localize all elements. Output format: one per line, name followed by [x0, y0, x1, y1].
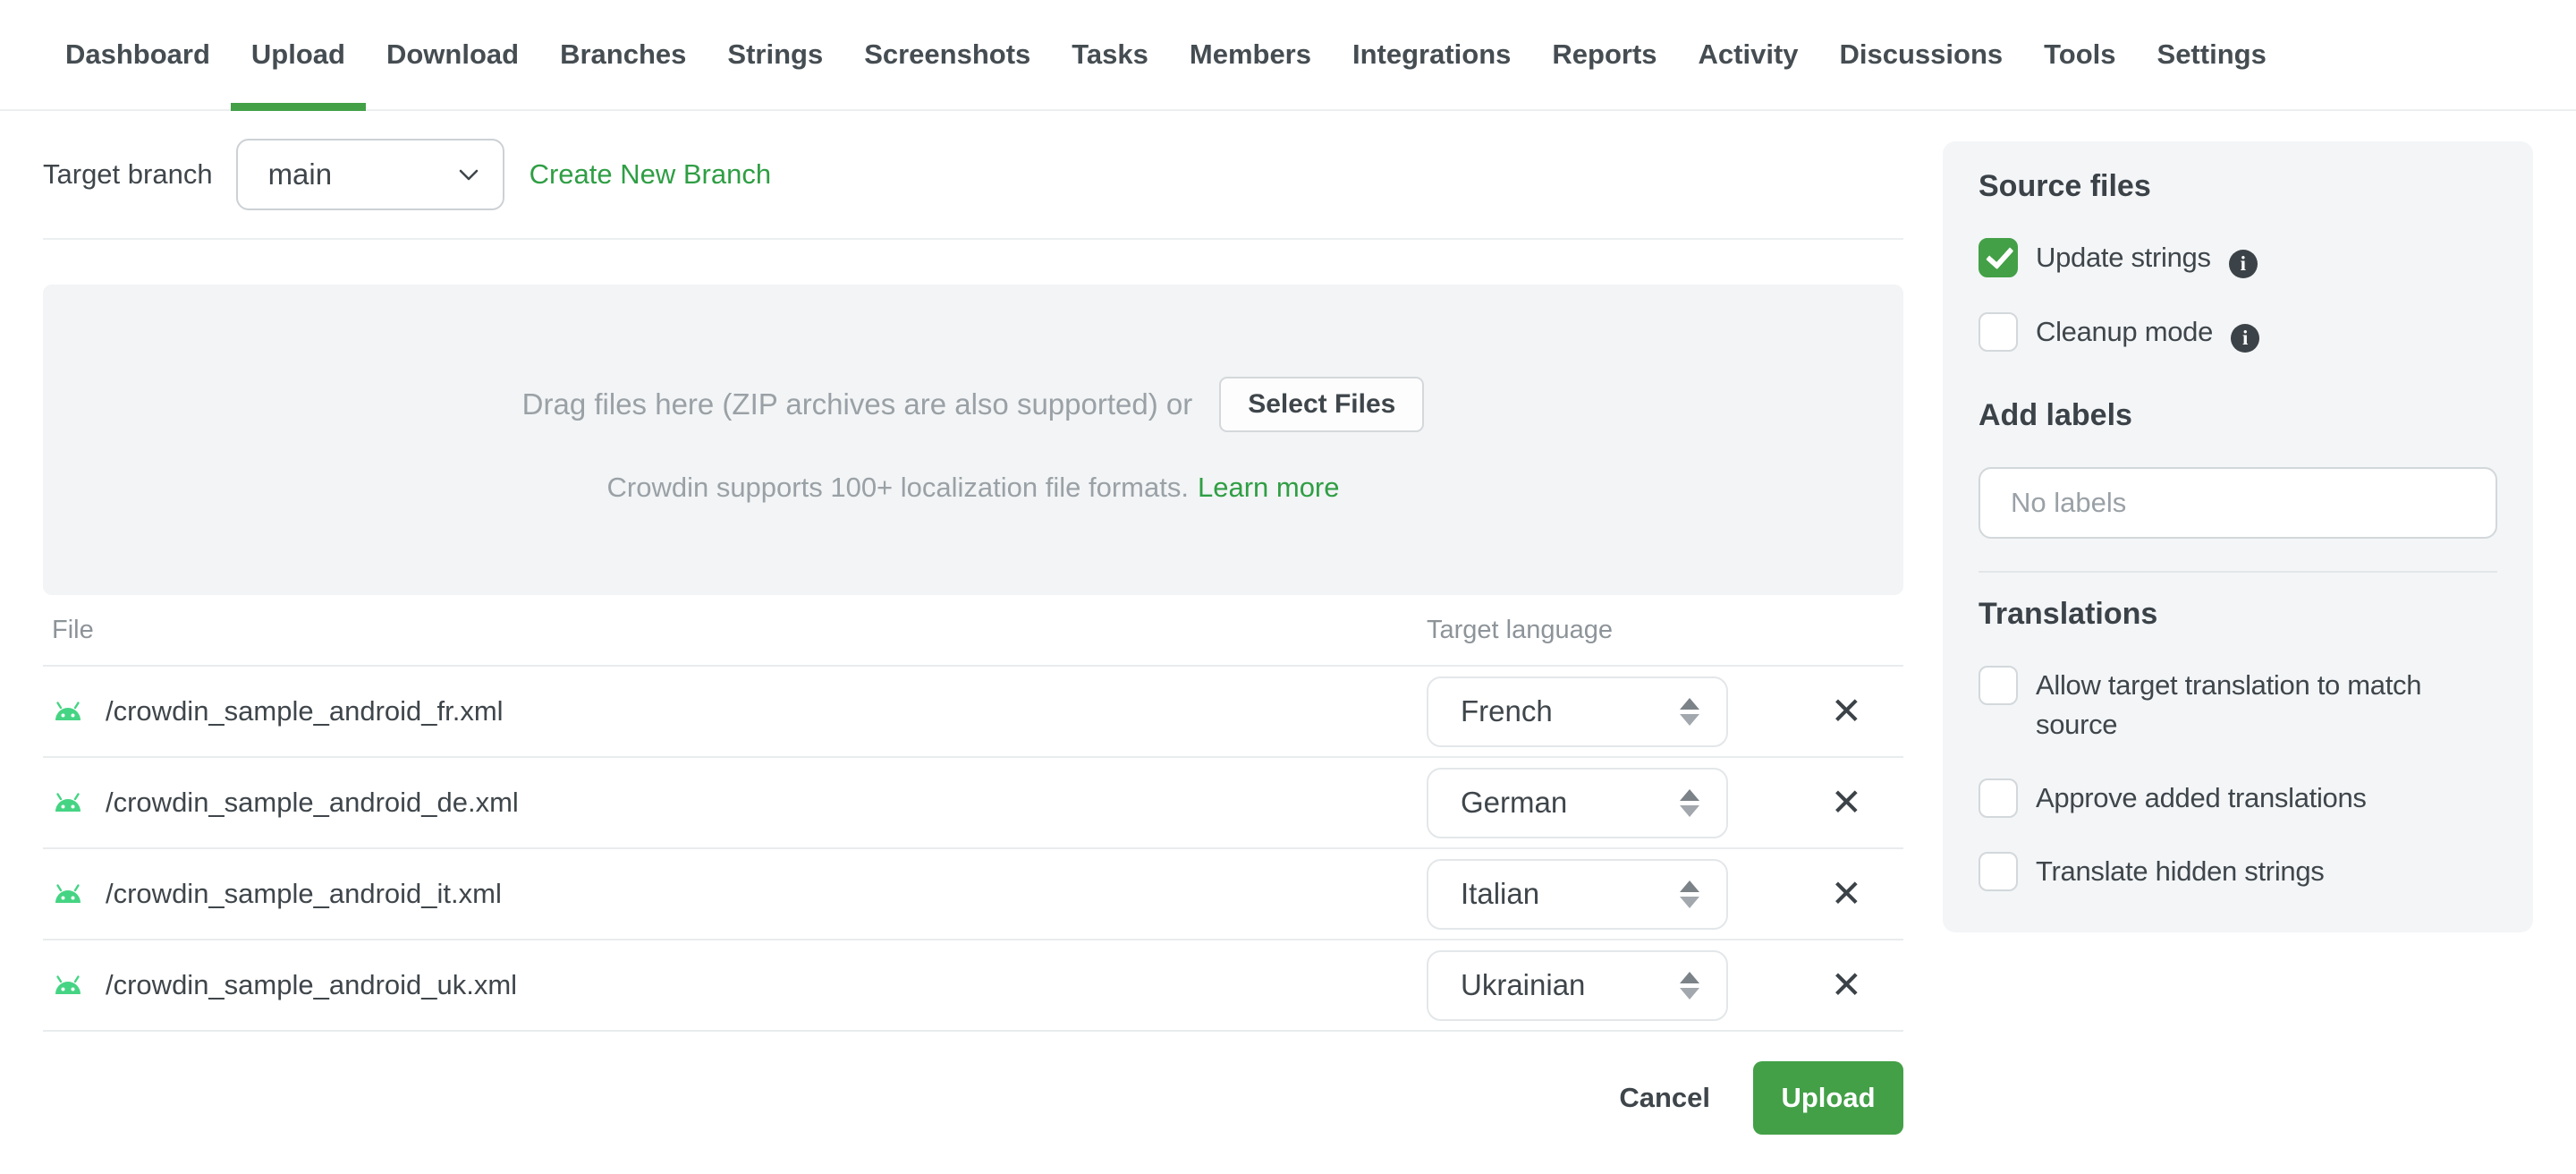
- select-arrows-icon: [1680, 971, 1699, 1000]
- target-language-select[interactable]: Ukrainian: [1427, 949, 1728, 1021]
- supported-formats-text: Crowdin supports 100+ localization file …: [606, 471, 1189, 503]
- language-select-value: Ukrainian: [1461, 968, 1586, 1001]
- file-dropzone[interactable]: Drag files here (ZIP archives are also s…: [43, 285, 1903, 595]
- create-new-branch-link[interactable]: Create New Branch: [530, 158, 772, 191]
- table-row: /crowdin_sample_android_fr.xml French ✕: [43, 667, 1903, 758]
- branch-select-value: main: [267, 157, 333, 191]
- translations-heading: Translations: [1979, 597, 2158, 631]
- select-files-button[interactable]: Select Files: [1219, 376, 1425, 432]
- language-select-value: French: [1461, 694, 1553, 727]
- file-name: /crowdin_sample_android_it.xml: [106, 878, 502, 909]
- tab-strings[interactable]: Strings: [707, 0, 843, 109]
- file-column-header: File: [52, 615, 94, 644]
- option-cleanup-mode: Cleanup mode i: [1979, 312, 2497, 353]
- remove-file-button[interactable]: ✕: [1831, 693, 1862, 730]
- tab-branches[interactable]: Branches: [539, 0, 707, 109]
- file-name: /crowdin_sample_android_uk.xml: [106, 969, 518, 1000]
- source-files-heading: Source files: [1979, 169, 2151, 203]
- target-branch-label: Target branch: [43, 158, 213, 190]
- info-icon[interactable]: i: [2228, 250, 2258, 278]
- target-language-select[interactable]: Italian: [1427, 858, 1728, 930]
- target-language-select[interactable]: French: [1427, 676, 1728, 747]
- tab-download[interactable]: Download: [366, 0, 539, 109]
- target-language-select[interactable]: German: [1427, 767, 1728, 838]
- tab-tools[interactable]: Tools: [2023, 0, 2136, 109]
- sidebar-divider: [1979, 571, 2497, 573]
- select-arrows-icon: [1680, 788, 1699, 817]
- target-branch-bar: Target branch main Create New Branch: [43, 111, 1903, 240]
- branch-select[interactable]: main: [235, 139, 504, 210]
- android-file-icon: [52, 792, 84, 813]
- project-tabs-nav: Dashboard Upload Download Branches Strin…: [0, 0, 2576, 111]
- tab-dashboard[interactable]: Dashboard: [45, 0, 231, 109]
- labels-input[interactable]: [1979, 467, 2497, 539]
- select-arrows-icon: [1680, 697, 1699, 726]
- language-select-value: Italian: [1461, 877, 1540, 910]
- remove-file-button[interactable]: ✕: [1831, 875, 1862, 913]
- table-row: /crowdin_sample_android_it.xml Italian ✕: [43, 849, 1903, 940]
- approve-added-checkbox[interactable]: [1979, 778, 2018, 818]
- learn-more-link[interactable]: Learn more: [1198, 472, 1340, 503]
- cancel-button[interactable]: Cancel: [1619, 1082, 1710, 1114]
- upload-button[interactable]: Upload: [1753, 1061, 1903, 1135]
- option-approve-added: Approve added translations: [1979, 778, 2497, 818]
- upload-main-panel: Target branch main Create New Branch Dra…: [43, 111, 1903, 1135]
- tab-reports[interactable]: Reports: [1531, 0, 1677, 109]
- remove-file-button[interactable]: ✕: [1831, 784, 1862, 821]
- file-name: /crowdin_sample_android_fr.xml: [106, 695, 504, 727]
- uploaded-files-table: File Target language /crowdin_sample_and…: [43, 595, 1903, 1032]
- file-name: /crowdin_sample_android_de.xml: [106, 787, 519, 818]
- tab-integrations[interactable]: Integrations: [1332, 0, 1531, 109]
- language-select-value: German: [1461, 786, 1568, 819]
- option-label: Update strings i: [2036, 238, 2258, 278]
- tab-settings[interactable]: Settings: [2137, 0, 2287, 109]
- select-arrows-icon: [1680, 880, 1699, 908]
- remove-file-button[interactable]: ✕: [1831, 966, 1862, 1004]
- allow-match-source-checkbox[interactable]: [1979, 666, 2018, 705]
- android-file-icon: [52, 974, 84, 996]
- dropzone-instruction: Drag files here (ZIP archives are also s…: [521, 387, 1193, 421]
- option-label: Allow target translation to match source: [2036, 669, 2422, 740]
- cleanup-mode-checkbox[interactable]: [1979, 312, 2018, 352]
- option-translate-hidden: Translate hidden strings: [1979, 852, 2497, 891]
- table-row: /crowdin_sample_android_de.xml German ✕: [43, 758, 1903, 849]
- tab-tasks[interactable]: Tasks: [1051, 0, 1169, 109]
- option-label: Approve added translations: [2036, 782, 2367, 813]
- option-update-strings: Update strings i: [1979, 238, 2497, 278]
- info-icon[interactable]: i: [2231, 324, 2260, 353]
- table-row: /crowdin_sample_android_uk.xml Ukrainian…: [43, 940, 1903, 1032]
- chevron-down-icon: [458, 168, 479, 182]
- translate-hidden-checkbox[interactable]: [1979, 852, 2018, 891]
- table-header: File Target language: [43, 595, 1903, 667]
- tab-discussions[interactable]: Discussions: [1819, 0, 2024, 109]
- option-label: Translate hidden strings: [2036, 855, 2325, 887]
- option-allow-match-source: Allow target translation to match source: [1979, 666, 2497, 744]
- form-actions: Cancel Upload: [43, 1061, 1903, 1135]
- tab-screenshots[interactable]: Screenshots: [843, 0, 1051, 109]
- android-file-icon: [52, 883, 84, 905]
- tab-members[interactable]: Members: [1169, 0, 1332, 109]
- tab-upload[interactable]: Upload: [230, 0, 367, 111]
- tab-activity[interactable]: Activity: [1678, 0, 1819, 109]
- language-column-header: Target language: [1427, 615, 1613, 644]
- add-labels-heading: Add labels: [1979, 398, 2132, 432]
- upload-settings-panel: Source files Update strings i Cleanup mod…: [1943, 141, 2533, 932]
- option-label: Cleanup mode i: [2036, 312, 2260, 353]
- update-strings-checkbox[interactable]: [1979, 238, 2018, 277]
- android-file-icon: [52, 701, 84, 722]
